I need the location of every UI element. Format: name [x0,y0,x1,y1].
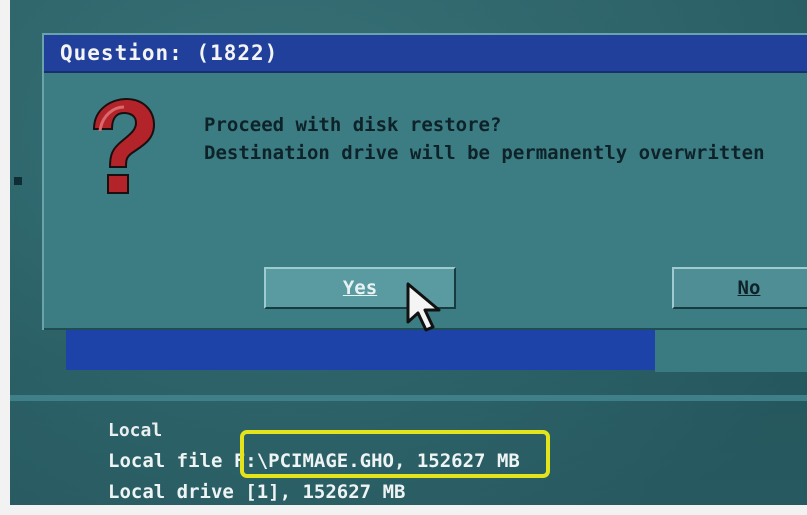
photo-border-bottom [0,505,807,515]
yes-button-label: Yes [342,277,378,299]
message-line-1: Proceed with disk restore? [204,114,502,136]
local-drive-label: Local drive [108,481,234,503]
local-drive-row: Local drive [1], 152627 MB [108,477,520,508]
background-divider [10,395,807,401]
background-window-panel [655,328,807,372]
no-button[interactable]: No [672,267,807,309]
dialog-title: Question: (1822) [60,41,279,65]
screen: Question: (1822) Proceed with disk resto… [0,0,807,515]
question-mark-icon [92,97,156,194]
message-line-2: Destination drive will be permanently ov… [204,142,765,164]
background-window-bar [66,330,658,370]
local-file-label: Local file [108,450,223,472]
mouse-pointer-icon [406,282,441,332]
dialog-message: Proceed with disk restore? Destination d… [204,111,765,167]
highlight-annotation [240,430,550,478]
no-button-label: No [737,277,761,299]
edge-marker [14,177,22,185]
photo-border-left [0,0,10,515]
local-drive-value: [1], 152627 MB [245,481,406,503]
dialog-titlebar[interactable]: Question: (1822) [44,35,807,73]
